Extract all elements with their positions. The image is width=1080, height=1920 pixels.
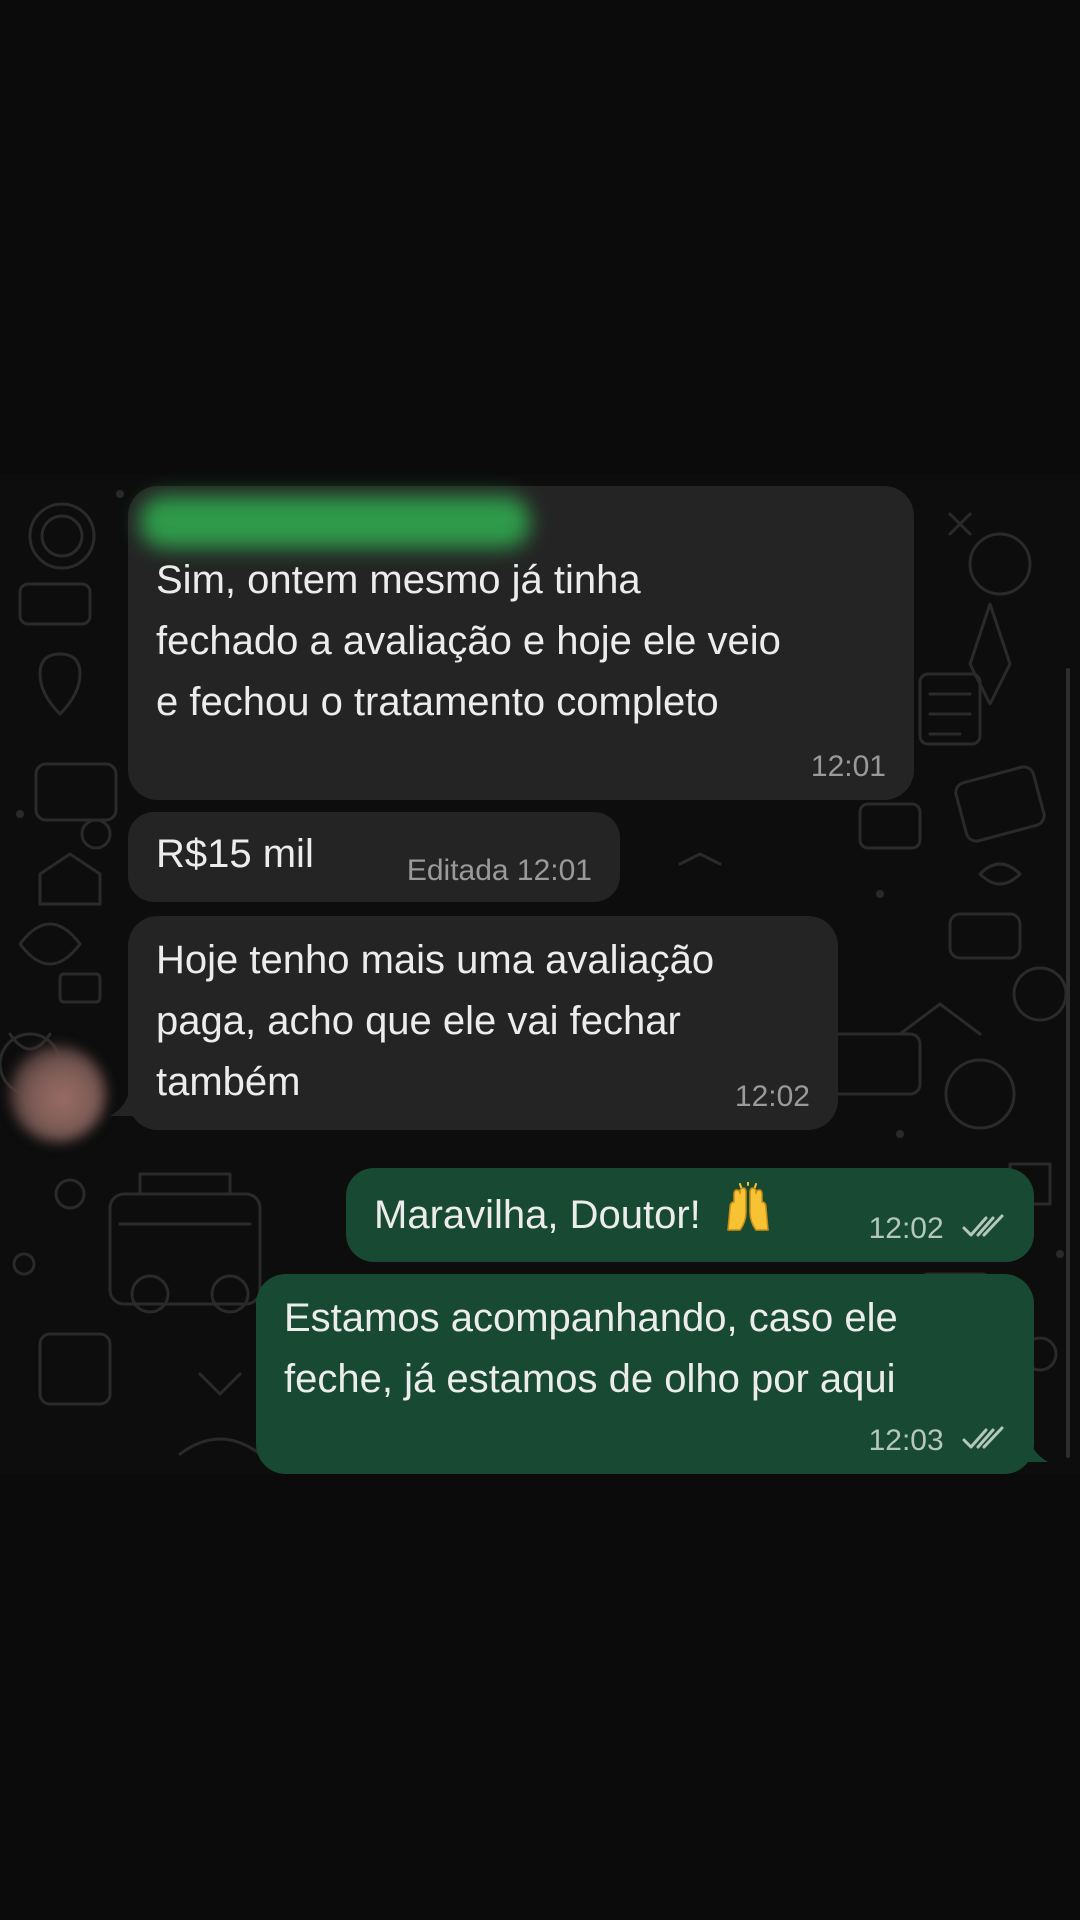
message-time: 12:02 (734, 1080, 810, 1113)
message-text-line: Hoje tenho mais uma avaliação (156, 938, 715, 982)
message-time: 12:02 (868, 1212, 944, 1245)
message-text: Maravilha, Doutor! (374, 1193, 701, 1237)
incoming-message[interactable]: R$15 mil Editada 12:01 (128, 812, 620, 902)
sender-name-redacted (140, 496, 530, 548)
scrollbar[interactable] (1066, 668, 1070, 1458)
read-receipt-double-check-icon (962, 1426, 1004, 1449)
message-text-line: feche, já estamos de olho por aqui (284, 1357, 896, 1401)
message-time: 12:03 (868, 1424, 944, 1457)
raising-hands-emoji-icon (727, 1182, 769, 1231)
read-receipt-double-check-icon (962, 1214, 1004, 1237)
bubble-tail (1018, 1432, 1048, 1462)
message-meta: Editada 12:01 (407, 854, 592, 888)
message-time: 12:01 (810, 750, 886, 783)
outgoing-message[interactable]: Maravilha, Doutor! 12:02 (346, 1168, 1034, 1262)
message-text-line: Sim, ontem mesmo já tinha (156, 558, 641, 602)
message-text-line: e fechou o tratamento completo (156, 680, 719, 724)
incoming-message[interactable]: Sim, ontem mesmo já tinha fechado a aval… (128, 486, 914, 800)
message-text-line: fechado a avaliação e hoje ele veio (156, 619, 781, 663)
outgoing-message[interactable]: Estamos acompanhando, caso ele feche, já… (256, 1274, 1034, 1474)
message-text-line: também (156, 1060, 301, 1104)
chat-area[interactable]: Sim, ontem mesmo já tinha fechado a aval… (0, 474, 1080, 1474)
message-text-line: paga, acho que ele vai fechar (156, 999, 681, 1043)
message-meta: 12:02 (869, 1212, 1006, 1246)
edited-label: Editada (406, 854, 509, 887)
incoming-message[interactable]: Hoje tenho mais uma avaliação paga, acho… (128, 916, 838, 1130)
avatar[interactable] (10, 1046, 106, 1142)
screen: Sim, ontem mesmo já tinha fechado a aval… (0, 0, 1080, 1920)
message-time: 12:01 (516, 854, 592, 887)
message-text-line: Estamos acompanhando, caso ele (284, 1296, 898, 1340)
message-meta: 12:03 (869, 1424, 1006, 1458)
bubble-tail (110, 1086, 140, 1116)
